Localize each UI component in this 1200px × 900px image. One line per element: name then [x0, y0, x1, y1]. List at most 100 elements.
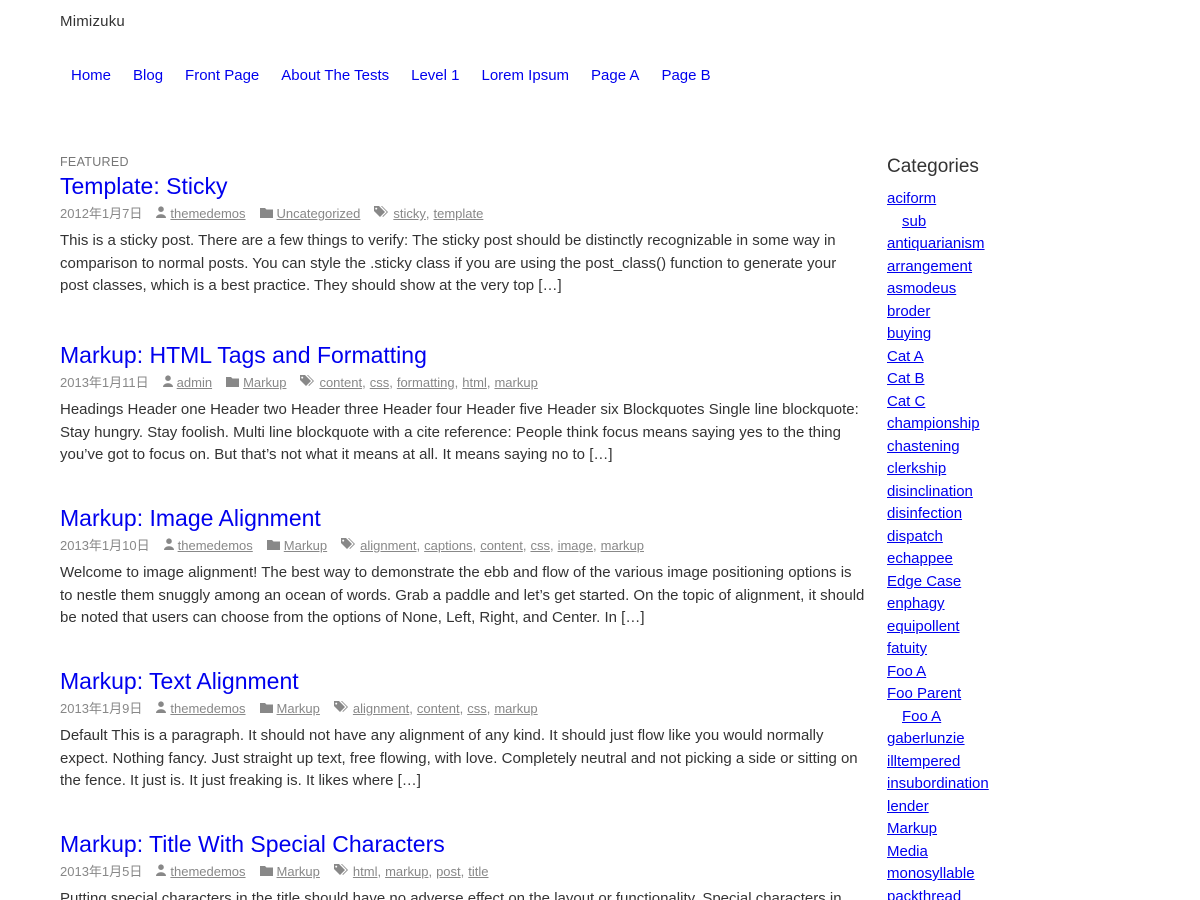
tag-separator: , [389, 375, 393, 390]
category-link[interactable]: illtempered [887, 751, 1187, 774]
post-author-link[interactable]: themedemos [170, 863, 245, 881]
category-link[interactable]: gaberlunzie [887, 728, 1187, 751]
post-title[interactable]: Markup: Image Alignment [60, 503, 870, 533]
tags-icon [374, 205, 393, 223]
post-tag-link[interactable]: template [434, 205, 484, 223]
post-tag-link[interactable]: alignment [353, 700, 409, 718]
category-link[interactable]: Foo A [887, 661, 1187, 684]
category-link[interactable]: antiquarianism [887, 233, 1187, 256]
post: FEATURED Template: Sticky 2012年1月7日 themede… [60, 154, 870, 298]
post-author-link[interactable]: themedemos [170, 700, 245, 718]
post-title[interactable]: Markup: Text Alignment [60, 666, 870, 696]
category-link[interactable]: insubordination [887, 773, 1187, 796]
post-tag-link[interactable]: css [530, 537, 550, 555]
tag-separator: , [486, 701, 491, 716]
nav-item-page-b[interactable]: Page B [661, 67, 710, 84]
post-author-link[interactable]: themedemos [170, 205, 245, 223]
category-list: aciform sub antiquarianism arrangement asmod… [887, 188, 1187, 900]
nav-item-page-a[interactable]: Page A [591, 67, 639, 84]
post-tag-link[interactable]: markup [494, 374, 537, 392]
category-link[interactable]: enphagy [887, 593, 1187, 616]
featured-label: FEATURED [60, 155, 129, 169]
category-link[interactable]: disinfection [887, 503, 1187, 526]
post-category-link[interactable]: Uncategorized [277, 205, 361, 223]
category-link[interactable]: championship [887, 413, 1187, 436]
category-link[interactable]: arrangement [887, 256, 1187, 279]
nav-item-home[interactable]: Home [71, 67, 111, 84]
post-title[interactable]: Markup: HTML Tags and Formatting [60, 340, 870, 370]
site-title[interactable]: Mimizuku [60, 13, 125, 30]
category-link[interactable]: echappee [887, 548, 1187, 571]
category-link[interactable]: disinclination [887, 481, 1187, 504]
post-category-link[interactable]: Markup [277, 700, 320, 718]
post-tag-link[interactable]: html [353, 863, 378, 881]
nav-item-about-the-tests[interactable]: About The Tests [281, 67, 389, 84]
post-category-link[interactable]: Markup [277, 863, 320, 881]
user-icon [156, 863, 170, 881]
post-tag-link[interactable]: content [319, 374, 362, 392]
post-tag-link[interactable]: captions [424, 537, 472, 555]
post-title[interactable]: Markup: Title With Special Characters [60, 829, 870, 859]
post-tag-link[interactable]: markup [385, 863, 428, 881]
category-link[interactable]: monosyllable [887, 863, 1187, 886]
category-link[interactable]: Cat B [887, 368, 1187, 391]
category-link[interactable]: aciform [887, 188, 1187, 211]
post-tag-link[interactable]: html [462, 374, 487, 392]
category-link[interactable]: broder [887, 301, 1187, 324]
category-link[interactable]: Cat C [887, 391, 1187, 414]
tag-separator: , [409, 701, 413, 716]
category-link[interactable]: clerkship [887, 458, 1187, 481]
nav-item-level-1[interactable]: Level 1 [411, 67, 459, 84]
nav-item-blog[interactable]: Blog [133, 67, 163, 84]
category-link[interactable]: Edge Case [887, 571, 1187, 594]
category-link[interactable]: fatuity [887, 638, 1187, 661]
category-link[interactable]: sub [887, 211, 1187, 234]
tag-separator: , [425, 206, 430, 221]
post-tag-link[interactable]: css [370, 374, 390, 392]
post: Markup: Image Alignment 2013年1月10日 themede… [60, 503, 870, 630]
tag-separator: , [486, 375, 491, 390]
nav-item-front-page[interactable]: Front Page [185, 67, 259, 84]
post-excerpt: This is a sticky post. There are a few t… [60, 232, 837, 294]
post-tag-link[interactable]: title [468, 863, 488, 881]
post-title[interactable]: Template: Sticky [60, 171, 870, 201]
post-category-link[interactable]: Markup [284, 537, 327, 555]
category-link[interactable]: equipollent [887, 616, 1187, 639]
nav-item-lorem-ipsum[interactable]: Lorem Ipsum [482, 67, 570, 84]
post-tag-link[interactable]: content [480, 537, 523, 555]
post-tag-link[interactable]: markup [601, 537, 644, 555]
user-icon [162, 374, 177, 392]
category-link[interactable]: dispatch [887, 526, 1187, 549]
tag-separator: , [522, 538, 527, 553]
post-date: 2012年1月7日 [60, 206, 143, 221]
category-link[interactable]: buying [887, 323, 1187, 346]
category-link[interactable]: Media [887, 841, 1187, 864]
post-meta: 2013年1月11日 admin Markup content, css, formatt… [60, 374, 870, 392]
post-author-link[interactable]: themedemos [178, 537, 253, 555]
tag-separator: , [593, 538, 597, 553]
sidebar: Categories aciform sub antiquarianism arran… [887, 154, 1187, 900]
post-tag-link[interactable]: formatting [397, 374, 455, 392]
post-author-link[interactable]: admin [177, 374, 212, 392]
post-tag-link[interactable]: image [558, 537, 593, 555]
category-link[interactable]: Foo A [887, 706, 1187, 729]
post-tag-link[interactable]: content [417, 700, 460, 718]
post-tag-link[interactable]: alignment [360, 537, 416, 555]
category-link[interactable]: chastening [887, 436, 1187, 459]
category-link[interactable]: Markup [887, 818, 1187, 841]
post-tag-link[interactable]: sticky [393, 205, 426, 223]
category-link[interactable]: Foo Parent [887, 683, 1187, 706]
category-link[interactable]: Cat A [887, 346, 1187, 369]
tag-separator: , [416, 538, 421, 553]
post: Markup: Text Alignment 2013年1月9日 themedemo… [60, 666, 870, 793]
post: Markup: Title With Special Characters 201… [60, 829, 870, 900]
post-date: 2013年1月11日 [60, 375, 149, 390]
post-category-link[interactable]: Markup [243, 374, 286, 392]
post-tag-link[interactable]: css [467, 700, 487, 718]
category-link[interactable]: lender [887, 796, 1187, 819]
category-link[interactable]: packthread [887, 886, 1187, 900]
category-link[interactable]: asmodeus [887, 278, 1187, 301]
post-tag-link[interactable]: markup [494, 700, 537, 718]
tags-icon [333, 700, 353, 718]
post-tag-link[interactable]: post [436, 863, 461, 881]
